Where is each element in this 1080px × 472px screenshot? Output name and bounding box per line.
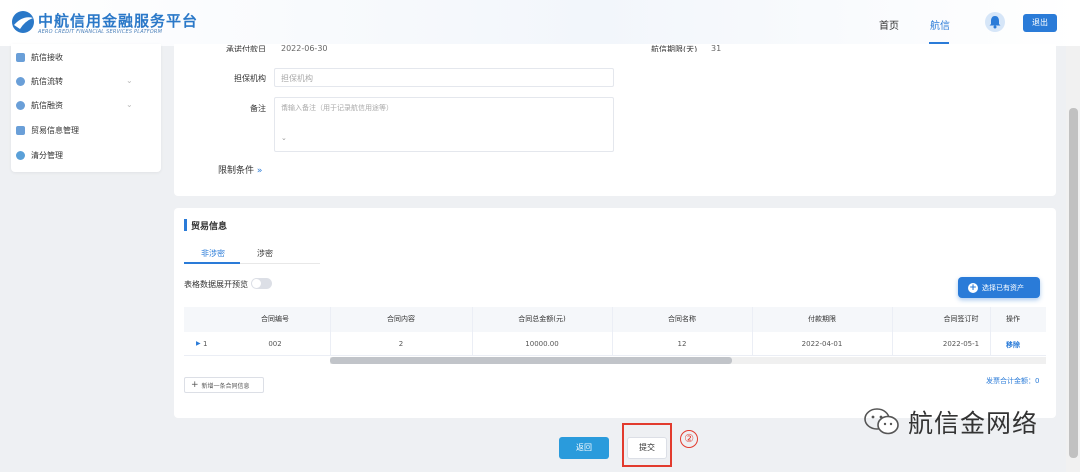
column-divider xyxy=(990,307,991,356)
logo-icon xyxy=(12,11,34,33)
expand-row-icon[interactable]: ▶ xyxy=(196,340,201,347)
sidebar-item-trade[interactable]: 贸易信息管理 xyxy=(16,123,79,137)
col-content: 合同内容 xyxy=(387,315,415,323)
add-contract-button[interactable]: + 新增一条合同信息 xyxy=(184,377,264,393)
col-sign-date: 合同签订时 xyxy=(943,315,979,323)
add-contract-label: 新增一条合同信息 xyxy=(201,382,250,390)
col-action: 操作 xyxy=(1006,315,1020,323)
col-contract-no: 合同编号 xyxy=(261,315,289,323)
sidebar-item-settle[interactable]: 清分管理 xyxy=(16,148,63,162)
plus-icon: + xyxy=(191,380,199,390)
scroll-down-icon[interactable]: ⌄ xyxy=(281,134,609,142)
section-marker xyxy=(184,219,187,231)
remark-label: 备注 xyxy=(250,104,266,113)
watermark: 航信金网络 xyxy=(862,404,1038,440)
finance-icon xyxy=(16,100,25,110)
cell-amount: 10000.00 xyxy=(525,340,559,348)
select-asset-button[interactable]: + 选择已有资产 xyxy=(958,277,1040,298)
column-divider xyxy=(472,307,473,356)
sidebar-item-finance[interactable]: 航信融资 xyxy=(16,98,63,112)
col-amount: 合同总金额(元) xyxy=(518,315,566,323)
step-marker: ② xyxy=(680,430,698,448)
top-header: 中航信用金融服务平台 AERO CREDIT FINANCIAL SERVICE… xyxy=(0,0,1080,46)
accept-date-label: 承诺付款日 xyxy=(226,45,266,52)
tab-active-indicator xyxy=(184,262,240,264)
chevron-down-icon[interactable]: ⌄ xyxy=(126,100,133,109)
accept-date-value: 2022-06-30 xyxy=(281,44,328,52)
invoice-sum: 发票合计金额：0 xyxy=(986,377,1040,385)
nav-home[interactable]: 首页 xyxy=(879,17,899,32)
logo-title: 中航信用金融服务平台 xyxy=(38,12,199,30)
column-divider xyxy=(892,307,893,356)
tab-non-secret[interactable]: 非涉密 xyxy=(201,248,225,259)
restrict-toggle[interactable]: 限制条件 » xyxy=(218,163,262,176)
sidebar-item-transfer[interactable]: 航信流转 xyxy=(16,74,63,88)
tab-secret[interactable]: 涉密 xyxy=(257,248,273,259)
trade-section-title: 贸易信息 xyxy=(191,222,228,232)
term-value: 31 xyxy=(711,44,722,52)
scroll-up-icon[interactable]: ⌃ xyxy=(281,104,609,112)
select-asset-label: 选择已有资产 xyxy=(982,283,1024,292)
table-scroll-thumb[interactable] xyxy=(330,357,732,364)
cell-contract-no: 002 xyxy=(268,340,282,348)
plus-icon: + xyxy=(968,282,978,293)
nav-credit[interactable]: 航信 xyxy=(930,17,950,32)
sidebar-item-label: 清分管理 xyxy=(31,150,63,160)
transfer-icon xyxy=(16,76,25,86)
document-icon xyxy=(16,52,25,62)
logout-button[interactable]: 退出 xyxy=(1023,14,1057,32)
sidebar-item-label: 航信融资 xyxy=(31,100,63,110)
col-pay-term: 付款期限 xyxy=(808,315,836,323)
page-scroll-thumb[interactable] xyxy=(1069,108,1078,458)
column-divider xyxy=(612,307,613,356)
bell-icon xyxy=(989,16,1001,29)
remove-link[interactable]: 移除 xyxy=(1000,340,1026,350)
expand-preview-label: 表格数据展开预览 xyxy=(184,280,248,289)
cell-sign-date: 2022-05-1 xyxy=(942,340,980,348)
logo-subtitle: AERO CREDIT FINANCIAL SERVICES PLATFORM xyxy=(38,29,163,35)
sidebar-item-label: 航信流转 xyxy=(31,76,63,86)
sidebar-item-receive[interactable]: 航信接收 xyxy=(16,50,63,64)
settle-icon xyxy=(16,150,25,160)
expand-preview-toggle[interactable] xyxy=(251,278,272,289)
submit-button[interactable]: 提交 xyxy=(627,437,667,459)
sidebar-item-label: 航信接收 xyxy=(31,52,63,62)
col-name: 合同名称 xyxy=(668,315,696,323)
term-label: 航信期限(天) xyxy=(651,45,698,52)
restrict-label: 限制条件 xyxy=(218,166,255,176)
cell-name: 12 xyxy=(677,340,687,348)
double-chevron-down-icon: » xyxy=(256,166,263,176)
remark-textarea[interactable]: 请输入备注（用于记录航信用途等） ⌃ ⌄ xyxy=(274,97,614,152)
back-button[interactable]: 返回 xyxy=(559,437,609,459)
wechat-icon xyxy=(864,408,899,435)
watermark-text: 航信金网络 xyxy=(908,409,1039,438)
guarantor-placeholder: 担保机构 xyxy=(281,74,313,83)
cell-content: 2 xyxy=(398,340,404,348)
chevron-down-icon[interactable]: ⌄ xyxy=(126,76,133,85)
guarantor-label: 担保机构 xyxy=(234,74,266,83)
cell-pay-term: 2022-04-01 xyxy=(801,340,843,348)
sidebar-item-label: 贸易信息管理 xyxy=(31,125,79,135)
row-index: 1 xyxy=(203,340,208,348)
column-divider xyxy=(330,307,331,356)
guarantor-input[interactable]: 担保机构 xyxy=(274,68,614,87)
trade-icon xyxy=(16,125,25,135)
notification-button[interactable] xyxy=(985,12,1005,32)
column-divider xyxy=(752,307,753,356)
